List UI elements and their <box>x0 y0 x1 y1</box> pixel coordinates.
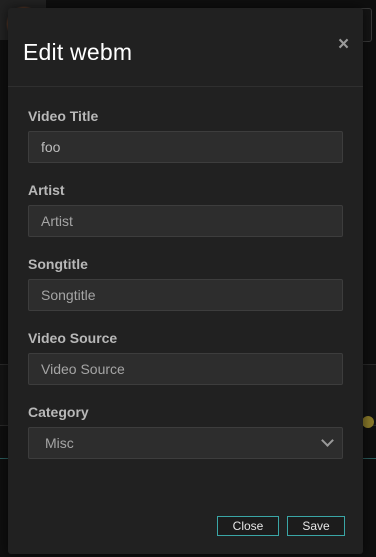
video-title-label: Video Title <box>28 108 99 124</box>
modal-header: Edit webm × <box>8 8 363 87</box>
artist-input[interactable]: Artist <box>28 205 343 237</box>
close-icon[interactable]: × <box>338 34 349 56</box>
songtitle-label: Songtitle <box>28 256 88 272</box>
close-button[interactable]: Close <box>217 516 279 536</box>
video-source-label: Video Source <box>28 330 118 346</box>
songtitle-input[interactable]: Songtitle <box>28 279 343 311</box>
edit-webm-modal: Edit webm × Video Title foo Artist Artis… <box>8 8 363 554</box>
video-source-input[interactable]: Video Source <box>28 353 343 385</box>
category-select[interactable]: Misc <box>28 427 343 459</box>
artist-label: Artist <box>28 182 65 198</box>
modal-footer: Close Save <box>8 504 363 554</box>
save-button[interactable]: Save <box>287 516 345 536</box>
chevron-down-icon <box>321 434 334 447</box>
category-selected-value: Misc <box>45 435 74 451</box>
modal-title: Edit webm <box>23 39 133 65</box>
background-icon <box>362 416 374 428</box>
category-label: Category <box>28 404 89 420</box>
video-title-input[interactable]: foo <box>28 131 343 163</box>
